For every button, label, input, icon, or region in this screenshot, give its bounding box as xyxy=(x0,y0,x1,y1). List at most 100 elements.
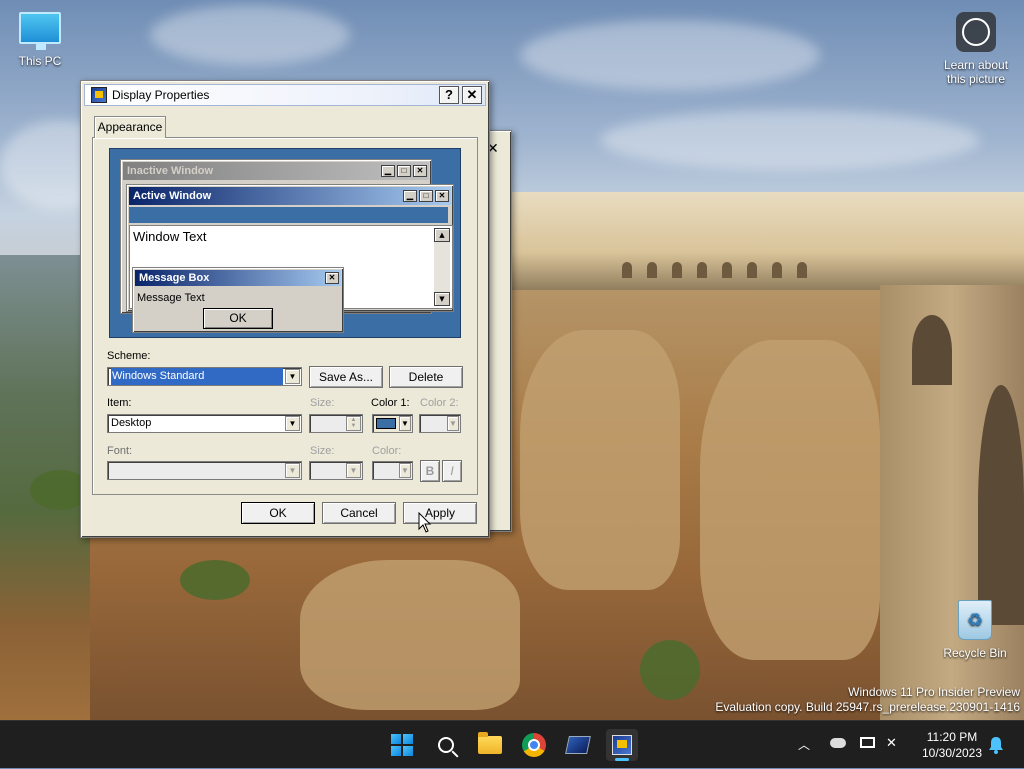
chrome-icon xyxy=(522,733,546,757)
italic-button: I xyxy=(442,460,462,482)
font-color-picker: ▼ xyxy=(372,461,413,480)
scheme-label: Scheme: xyxy=(107,350,151,362)
item-value: Desktop xyxy=(111,417,152,429)
chevron-down-icon[interactable]: ▼ xyxy=(285,369,300,384)
desktop-icon-label: This PC xyxy=(18,54,62,68)
cancel-button[interactable]: Cancel xyxy=(322,502,396,524)
color1-picker[interactable]: ▼ xyxy=(372,414,413,433)
cloud-info-icon xyxy=(830,738,846,748)
scheme-value: Windows Standard xyxy=(111,368,283,385)
dialog-titlebar[interactable]: Display Properties ? ✕ xyxy=(84,84,486,106)
this-pc-desktop-icon[interactable]: This PC xyxy=(0,12,80,68)
watermark-edition: Windows 11 Pro Insider Preview xyxy=(848,685,1020,699)
appearance-preview: Inactive Window ▁ □ ✕ Active Window ▁ □ … xyxy=(109,148,461,338)
search-button[interactable] xyxy=(430,729,462,761)
preview-active-titlebar: Active Window ▁ □ ✕ xyxy=(129,187,451,205)
apply-button[interactable]: Apply xyxy=(403,502,477,524)
preview-message-box: Message Box ✕ Message Text OK xyxy=(132,267,344,333)
chevron-up-icon: ︿ xyxy=(798,738,811,752)
preview-ok-button: OK xyxy=(203,308,273,329)
bell-icon xyxy=(989,737,1003,754)
color1-swatch xyxy=(376,418,396,429)
windows-watermark: Windows 11 Pro Insider Preview Evaluatio… xyxy=(715,685,1020,715)
tray-volume[interactable]: ✕ xyxy=(886,721,904,769)
learn-about-picture-desktop-icon[interactable]: Learn about this picture xyxy=(934,12,1018,86)
start-button[interactable] xyxy=(386,729,418,761)
taskbar-clock[interactable]: 11:20 PM 10/30/2023 xyxy=(916,729,988,761)
clock-date: 10/30/2023 xyxy=(921,746,983,760)
preview-message-text: Message Text xyxy=(137,292,205,304)
chevron-down-icon: ▼ xyxy=(399,463,411,478)
recycle-bin-desktop-icon[interactable]: ♻ Recycle Bin xyxy=(935,600,1015,660)
color2-picker: ▼ xyxy=(419,414,461,433)
file-explorer-button[interactable] xyxy=(474,729,506,761)
ok-button[interactable]: OK xyxy=(241,502,315,524)
maximize-icon: □ xyxy=(397,165,411,177)
item-size-label: Size: xyxy=(310,397,335,409)
chevron-down-icon: ▼ xyxy=(346,463,361,478)
bold-button: B xyxy=(420,460,440,482)
tray-display[interactable] xyxy=(860,721,878,769)
preview-message-titlebar: Message Box ✕ xyxy=(135,270,341,286)
file-explorer-icon xyxy=(478,732,502,754)
active-indicator xyxy=(615,758,629,761)
close-icon: ✕ xyxy=(413,165,427,177)
save-as-button[interactable]: Save As... xyxy=(309,366,383,388)
item-size-stepper: ▲ ▼ xyxy=(309,414,363,433)
clock-time: 11:20 PM xyxy=(926,730,978,744)
computer-icon xyxy=(19,12,61,50)
scroll-up-icon: ▲ xyxy=(434,228,450,242)
preview-message-title: Message Box xyxy=(139,272,210,284)
preview-inactive-title: Inactive Window xyxy=(127,165,214,177)
stepper-arrows-icon: ▲ ▼ xyxy=(346,416,361,431)
item-select[interactable]: Desktop ▼ xyxy=(107,414,302,433)
font-select: ▼ xyxy=(107,461,302,480)
font-size-label: Size: xyxy=(310,445,335,457)
chevron-down-icon[interactable]: ▼ xyxy=(399,416,411,431)
item-label: Item: xyxy=(107,397,132,409)
scroll-down-icon: ▼ xyxy=(434,292,450,306)
display-properties-icon xyxy=(91,87,107,103)
tab-appearance[interactable]: Appearance xyxy=(94,116,166,138)
minimize-icon: ▁ xyxy=(381,165,395,177)
color2-label: Color 2: xyxy=(420,397,459,409)
delete-button[interactable]: Delete xyxy=(389,366,463,388)
search-icon xyxy=(438,737,454,753)
watermark-build: Evaluation copy. Build 25947.rs_prerelea… xyxy=(715,700,1020,714)
camera-info-icon xyxy=(956,12,996,52)
display-properties-taskbar-button[interactable] xyxy=(606,729,638,761)
dialog-title: Display Properties xyxy=(112,88,210,102)
control-panel-button[interactable] xyxy=(562,729,594,761)
taskbar: ︿ ✕ 11:20 PM 10/30/2023 xyxy=(0,720,1024,768)
close-button[interactable]: ✕ xyxy=(462,86,482,104)
font-size-select: ▼ xyxy=(309,461,363,480)
minimize-icon: ▁ xyxy=(403,190,417,202)
monitor-icon xyxy=(860,737,875,748)
maximize-icon: □ xyxy=(419,190,433,202)
display-properties-icon xyxy=(612,735,632,755)
preview-inactive-titlebar: Inactive Window ▁ □ ✕ xyxy=(123,162,429,180)
preview-menu-bar xyxy=(129,207,451,223)
preview-scrollbar-track xyxy=(434,242,450,292)
chevron-down-icon: ▼ xyxy=(285,463,300,478)
scheme-select[interactable]: Windows Standard ▼ xyxy=(107,367,302,386)
close-icon: ✕ xyxy=(435,190,449,202)
tab-label: Appearance xyxy=(97,120,163,134)
tray-network-status[interactable] xyxy=(830,721,848,769)
mouse-cursor-icon xyxy=(418,512,432,533)
desktop-icon-label: Learn about this picture xyxy=(943,58,1009,86)
chevron-down-icon[interactable]: ▼ xyxy=(285,416,300,431)
start-icon xyxy=(391,734,413,756)
chrome-button[interactable] xyxy=(518,729,550,761)
show-hidden-icons-button[interactable]: ︿ xyxy=(798,721,814,769)
font-label: Font: xyxy=(107,445,133,457)
chevron-down-icon: ▼ xyxy=(447,416,459,431)
desktop-icon-label: Recycle Bin xyxy=(943,646,1007,660)
preview-active-title: Active Window xyxy=(133,190,212,202)
close-icon: ✕ xyxy=(325,272,339,284)
volume-muted-icon: ✕ xyxy=(886,735,897,750)
preview-window-text: Window Text xyxy=(133,229,207,244)
help-button[interactable]: ? xyxy=(439,86,459,104)
notifications-button[interactable] xyxy=(988,721,1006,769)
control-panel-icon xyxy=(565,736,591,754)
